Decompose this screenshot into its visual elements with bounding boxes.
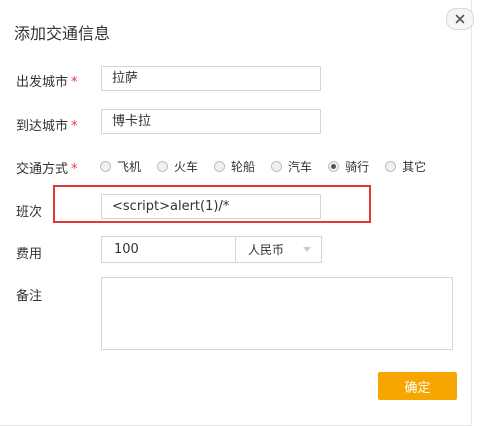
depart-city-label: 出发城市 * bbox=[16, 75, 78, 90]
dialog-title: 添加交通信息 bbox=[14, 24, 111, 43]
radio-cycling[interactable]: 骑行 bbox=[328, 158, 369, 175]
radio-dot bbox=[385, 161, 397, 172]
currency-select[interactable]: 人民币 bbox=[236, 237, 321, 262]
arrive-city-label: 到达城市 * bbox=[16, 119, 78, 134]
arrive-city-input[interactable]: 博卡拉 bbox=[101, 109, 321, 134]
required-mark: * bbox=[71, 162, 78, 177]
radio-dot bbox=[100, 161, 111, 172]
radio-dot bbox=[271, 161, 283, 172]
add-transport-dialog: 添加交通信息 出发城市 * 拉萨 到达城市 * 博卡拉 交通方式 * 飞机 火车 轮船… bbox=[0, 0, 474, 426]
chevron-down-icon bbox=[303, 247, 311, 252]
radio-plane[interactable]: 飞机 bbox=[100, 158, 141, 175]
transport-radio-group: 飞机 火车 轮船 汽车 骑行 其它 bbox=[100, 158, 442, 175]
radio-other[interactable]: 其它 bbox=[385, 158, 426, 175]
flight-no-label: 班次 bbox=[16, 205, 43, 220]
fee-label: 费用 bbox=[16, 247, 43, 262]
confirm-button[interactable]: 确定 bbox=[378, 372, 457, 400]
fee-input[interactable]: 100 bbox=[102, 237, 236, 262]
transport-label: 交通方式 * bbox=[16, 162, 78, 177]
close-icon bbox=[455, 14, 465, 24]
radio-train[interactable]: 火车 bbox=[157, 158, 198, 175]
note-textarea[interactable] bbox=[101, 277, 453, 350]
radio-ship[interactable]: 轮船 bbox=[214, 158, 255, 175]
radio-dot bbox=[157, 161, 169, 172]
currency-value: 人民币 bbox=[248, 243, 285, 257]
depart-city-input[interactable]: 拉萨 bbox=[101, 66, 321, 91]
fee-field: 100 人民币 bbox=[101, 236, 322, 263]
required-mark: * bbox=[71, 75, 78, 90]
note-label: 备注 bbox=[16, 289, 43, 304]
radio-dot-selected bbox=[328, 161, 340, 172]
close-button[interactable] bbox=[446, 8, 474, 30]
highlight-box bbox=[53, 185, 371, 223]
radio-dot bbox=[214, 161, 226, 172]
radio-bus[interactable]: 汽车 bbox=[271, 158, 312, 175]
required-mark: * bbox=[71, 119, 78, 134]
